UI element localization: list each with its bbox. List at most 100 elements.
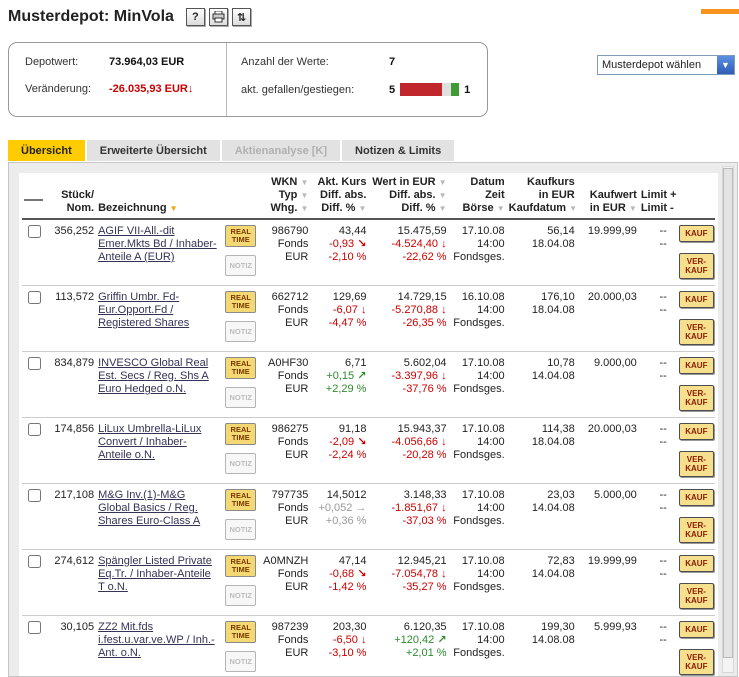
content-panel: Stück/ Nom. Bezeichnung ▼ WKN ▼ Typ ▼ Wh… — [8, 162, 738, 677]
realtime-button[interactable]: REAL TIME — [225, 621, 256, 643]
kauf-button[interactable]: KAUF — [679, 291, 714, 308]
sort-bezeichnung-icon[interactable]: ▼ — [170, 204, 178, 213]
col-wert-diff-pct: Diff. % — [401, 202, 435, 214]
refresh-icon[interactable]: ⇅ — [232, 8, 251, 26]
musterdepot-select-value: Musterdepot wählen — [598, 59, 717, 71]
trend-arrow-icon: ↓ — [441, 502, 447, 514]
realtime-button[interactable]: REAL TIME — [225, 291, 256, 313]
position-name-link[interactable]: Spängler Listed Private Eq.Tr. / Inhaber… — [98, 555, 218, 594]
position-name-link[interactable]: M&G Inv.(1)-M&G Global Basics / Reg. Sha… — [98, 489, 218, 528]
kauf-button[interactable]: KAUF — [679, 357, 714, 374]
notiz-button[interactable]: NOTIZ — [225, 387, 256, 408]
verkauf-button[interactable]: VER- KAUF — [679, 583, 714, 609]
print-icon[interactable] — [209, 8, 228, 26]
table-row: 113,572 Griffin Umbr. Fd-Eur.Opport.Fd /… — [22, 286, 715, 352]
realtime-button[interactable]: REAL TIME — [225, 225, 256, 247]
kurs-value: 14,5012 — [312, 489, 366, 502]
kurs-diff-abs: -2,09 ↘ — [312, 436, 366, 449]
verkauf-button[interactable]: VER- KAUF — [679, 253, 714, 279]
typ-value: Fonds — [260, 568, 308, 581]
sort-typ-icon[interactable]: ▼ — [300, 191, 308, 200]
realtime-button[interactable]: REAL TIME — [225, 555, 256, 577]
col-kaufwert-eur: in EUR — [590, 202, 626, 214]
zeit-value: 14:00 — [451, 502, 505, 515]
chevron-down-icon[interactable]: ▼ — [717, 56, 734, 74]
tab-notizen-limits[interactable]: Notizen & Limits — [342, 140, 454, 161]
boerse-value: Fondsges. — [451, 515, 505, 528]
scrollbar-thumb[interactable] — [723, 168, 733, 658]
realtime-button[interactable]: REAL TIME — [225, 489, 256, 511]
sort-wkn-icon[interactable]: ▼ — [300, 178, 308, 187]
position-name-link[interactable]: LiLux Umbrella-LiLux Convert / Inhaber-A… — [98, 423, 218, 462]
wkn-value: 986275 — [260, 423, 308, 436]
sort-kurs-pct-icon[interactable]: ▼ — [359, 204, 367, 213]
notiz-button[interactable]: NOTIZ — [225, 585, 256, 606]
verkauf-button[interactable]: VER- KAUF — [679, 451, 714, 477]
verkauf-button[interactable]: VER- KAUF — [679, 319, 714, 345]
position-name-link[interactable]: ZZ2 Mit.fds i.fest.u.var.ve.WP / Inh.-An… — [98, 621, 218, 660]
sort-boerse-icon[interactable]: ▼ — [497, 204, 505, 213]
vertical-scrollbar[interactable] — [722, 166, 734, 673]
tab-uebersicht[interactable]: Übersicht — [8, 140, 85, 161]
kurs-value: 47,14 — [312, 555, 366, 568]
row-checkbox[interactable] — [28, 357, 41, 370]
musterdepot-select[interactable]: Musterdepot wählen ▼ — [597, 55, 735, 75]
kauf-button[interactable]: KAUF — [679, 621, 714, 638]
limit-minus-value: -- — [641, 568, 667, 581]
kurs-diff-abs: -0,93 ↘ — [312, 238, 366, 251]
kauf-button[interactable]: KAUF — [679, 423, 714, 440]
boerse-value: Fondsges. — [451, 383, 505, 396]
position-name-link[interactable]: Griffin Umbr. Fd-Eur.Opport.Fd / Registe… — [98, 291, 218, 330]
help-icon[interactable]: ? — [186, 8, 205, 26]
wert-diff-pct: +2,01 % — [370, 647, 446, 660]
wert-value: 5.602,04 — [370, 357, 446, 370]
row-checkbox[interactable] — [28, 291, 41, 304]
sort-wert-pct-icon[interactable]: ▼ — [439, 204, 447, 213]
table-row: 30,105 ZZ2 Mit.fds i.fest.u.var.ve.WP / … — [22, 616, 715, 677]
kaufdatum-value: 18.04.08 — [509, 238, 575, 251]
zeit-value: 14:00 — [451, 370, 505, 383]
row-checkbox[interactable] — [28, 423, 41, 436]
verkauf-button[interactable]: VER- KAUF — [679, 649, 714, 675]
kurs-diff-pct: -2,24 % — [312, 449, 366, 462]
kauf-button[interactable]: KAUF — [679, 489, 714, 506]
sort-wert-abs-icon[interactable]: ▼ — [439, 191, 447, 200]
col-limit-plus: Limit + — [641, 189, 667, 202]
quantity-value: 113,572 — [48, 291, 94, 304]
kurs-diff-abs: -6,50 ↓ — [312, 634, 366, 647]
sort-wert-icon[interactable]: ▼ — [439, 178, 447, 187]
kauf-button[interactable]: KAUF — [679, 225, 714, 242]
verkauf-button[interactable]: VER- KAUF — [679, 517, 714, 543]
notiz-button[interactable]: NOTIZ — [225, 651, 256, 672]
sort-whg-icon[interactable]: ▼ — [300, 204, 308, 213]
row-checkbox[interactable] — [28, 621, 41, 634]
kurs-diff-abs: -0,68 ↘ — [312, 568, 366, 581]
realtime-button[interactable]: REAL TIME — [225, 357, 256, 379]
table-row: 356,252 AGIF VII-All.-dit Emer.Mkts Bd /… — [22, 219, 715, 286]
notiz-button[interactable]: NOTIZ — [225, 453, 256, 474]
datum-value: 17.10.08 — [451, 357, 505, 370]
row-checkbox[interactable] — [28, 555, 41, 568]
row-checkbox[interactable] — [28, 225, 41, 238]
datum-value: 17.10.08 — [451, 225, 505, 238]
currency-value: EUR — [260, 317, 308, 330]
col-typ: Typ — [279, 189, 298, 201]
veraenderung-value: -26.035,93 EUR — [109, 83, 188, 95]
sort-kaufdatum-icon[interactable]: ▼ — [569, 204, 577, 213]
notiz-button[interactable]: NOTIZ — [225, 519, 256, 540]
kauf-button[interactable]: KAUF — [679, 555, 714, 572]
kurs-value: 43,44 — [312, 225, 366, 238]
col-akt-kurs: Akt. Kurs — [312, 176, 366, 189]
realtime-button[interactable]: REAL TIME — [225, 423, 256, 445]
gestiegen-count: 1 — [464, 84, 470, 96]
row-checkbox[interactable] — [28, 489, 41, 502]
sort-kaufwert-icon[interactable]: ▼ — [629, 204, 637, 213]
notiz-button[interactable]: NOTIZ — [225, 321, 256, 342]
position-name-link[interactable]: AGIF VII-All.-dit Emer.Mkts Bd / Inhaber… — [98, 225, 218, 264]
kurs-value: 6,71 — [312, 357, 366, 370]
tab-erweiterte-uebersicht[interactable]: Erweiterte Übersicht — [87, 140, 220, 161]
trend-arrow-icon: ↘ — [357, 238, 366, 250]
position-name-link[interactable]: INVESCO Global Real Est. Secs / Reg. Shs… — [98, 357, 218, 396]
verkauf-button[interactable]: VER- KAUF — [679, 385, 714, 411]
notiz-button[interactable]: NOTIZ — [225, 255, 256, 276]
